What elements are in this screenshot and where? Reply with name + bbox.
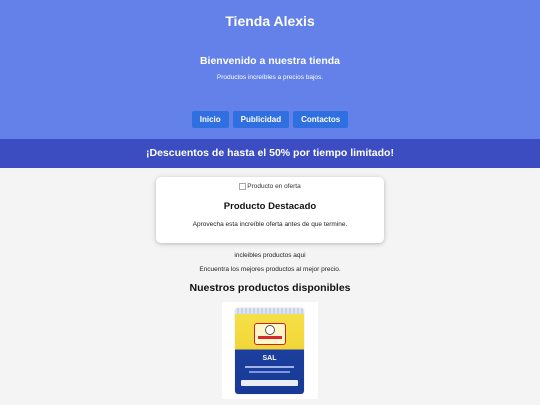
featured-product-card: Producto en oferta Producto Destacado Ap… <box>156 177 384 243</box>
product-label: SAL <box>262 355 277 362</box>
brand-logo <box>254 323 286 345</box>
product-card[interactable]: SAL <box>222 302 318 399</box>
nav-inicio-button[interactable]: Inicio <box>191 111 229 128</box>
featured-description: Aprovecha esta increíble oferta antes de… <box>192 221 348 228</box>
package-crinkle <box>235 308 304 314</box>
welcome-heading: Bienvenido a nuestra tienda <box>199 55 341 67</box>
package-stripe <box>245 366 294 368</box>
salt-package-image[interactable]: SAL <box>235 308 304 394</box>
featured-image-broken: Producto en oferta <box>156 183 384 190</box>
nav-contactos-button[interactable]: Contactos <box>293 111 349 128</box>
package-stripe <box>249 371 290 373</box>
main-nav: Inicio Publicidad Contactos <box>0 111 540 128</box>
featured-title: Producto Destacado <box>223 201 317 212</box>
intro-line: incleibles productos aqui <box>234 252 306 259</box>
nav-publicidad-button[interactable]: Publicidad <box>232 111 290 128</box>
intro-subline: Encuentra los mejores productos al mejor… <box>199 266 341 273</box>
featured-image-alt: Producto en oferta <box>247 183 301 191</box>
store-title: Tienda Alexis <box>225 13 315 29</box>
mascot-icon <box>265 325 275 335</box>
products-heading: Nuestros productos disponibles <box>189 282 351 294</box>
brand-mark <box>258 336 282 339</box>
package-bottom-label <box>241 380 298 386</box>
promo-banner: ¡Descuentos de hasta el 50% por tiempo l… <box>0 139 540 168</box>
broken-image-icon <box>239 183 247 190</box>
tagline: Productos increíbles a precios bajos. <box>216 74 324 81</box>
hero-header: Tienda Alexis Bienvenido a nuestra tiend… <box>0 0 540 139</box>
